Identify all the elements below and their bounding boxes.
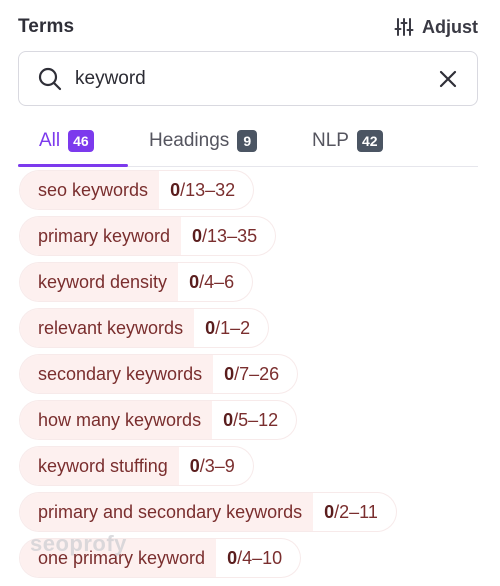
term-used: 0 [324, 501, 335, 522]
term-chip[interactable]: relevant keywords 0/1–2 [20, 309, 269, 347]
panel-title: Terms [18, 16, 75, 37]
term-name: primary keyword [20, 217, 182, 255]
count-badge: 9 [237, 130, 258, 152]
term-count: 0/2–11 [313, 493, 396, 531]
term-used: 0 [192, 225, 203, 246]
term-name: keyword stuffing [20, 447, 179, 485]
terms-header: Terms Adjust [18, 14, 478, 40]
term-count: 0/4–10 [216, 539, 300, 577]
term-chip[interactable]: how many keywords 0/5–12 [20, 401, 297, 439]
tab-label: Headings [149, 130, 230, 151]
term-range: /4–10 [237, 547, 283, 568]
tab-all[interactable]: All 46 [18, 116, 128, 167]
term-range: /1–2 [215, 317, 251, 338]
tab-label: NLP [312, 130, 349, 151]
term-name: how many keywords [20, 401, 213, 439]
term-range: /13–32 [180, 179, 236, 200]
term-count: 0/1–2 [194, 309, 268, 347]
term-range: /5–12 [233, 409, 279, 430]
search-input[interactable] [75, 67, 437, 90]
term-count: 0/7–26 [213, 355, 297, 393]
sliders-icon [394, 18, 414, 36]
adjust-label: Adjust [422, 16, 478, 37]
term-range: /13–35 [202, 225, 258, 246]
close-icon[interactable] [437, 68, 459, 90]
term-chip[interactable]: seo keywords 0/13–32 [20, 171, 254, 209]
tab-label: All [39, 130, 61, 151]
term-name: relevant keywords [20, 309, 195, 347]
term-range: /3–9 [199, 455, 235, 476]
term-chip[interactable]: keyword stuffing 0/3–9 [20, 447, 253, 485]
term-used: 0 [189, 455, 200, 476]
term-used: 0 [170, 179, 181, 200]
term-count: 0/13–32 [159, 171, 253, 209]
term-chip[interactable]: primary and secondary keywords 0/2–11 [20, 493, 396, 531]
count-badge: 46 [68, 130, 94, 152]
term-used: 0 [223, 409, 234, 430]
tab-bar: All 46 Headings 9 NLP 42 [18, 116, 478, 167]
term-count: 0/4–6 [178, 263, 252, 301]
term-name: primary and secondary keywords [20, 493, 314, 531]
tab-headings[interactable]: Headings 9 [128, 116, 291, 166]
term-chip[interactable]: primary keyword 0/13–35 [20, 217, 276, 255]
adjust-button[interactable]: Adjust [394, 17, 478, 38]
term-chip[interactable]: one primary keyword 0/4–10 [20, 539, 301, 577]
term-used: 0 [205, 317, 216, 338]
term-range: /4–6 [199, 271, 235, 292]
term-name: one primary keyword [20, 539, 217, 577]
term-used: 0 [189, 271, 200, 292]
term-used: 0 [224, 363, 235, 384]
term-range: /2–11 [334, 501, 378, 522]
term-count: 0/5–12 [212, 401, 296, 439]
term-chip[interactable]: secondary keywords 0/7–26 [20, 355, 298, 393]
tab-nlp[interactable]: NLP 42 [291, 116, 404, 166]
term-name: secondary keywords [20, 355, 214, 393]
search-box [18, 51, 478, 106]
term-chip[interactable]: keyword density 0/4–6 [20, 263, 253, 301]
term-name: seo keywords [20, 171, 160, 209]
term-count: 0/13–35 [181, 217, 275, 255]
term-range: /7–26 [234, 363, 280, 384]
term-name: keyword density [20, 263, 179, 301]
term-count: 0/3–9 [179, 447, 253, 485]
search-icon [38, 67, 62, 90]
count-badge: 42 [356, 130, 383, 152]
term-used: 0 [227, 547, 238, 568]
